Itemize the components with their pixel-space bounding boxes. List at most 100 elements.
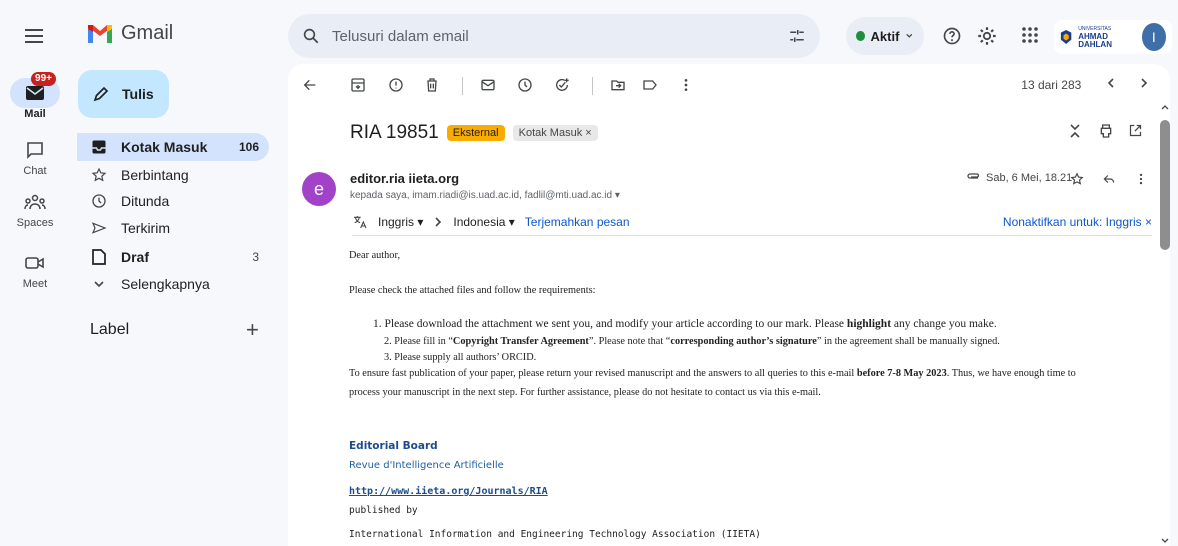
help-icon [943, 27, 961, 45]
toolbar-divider [462, 77, 463, 95]
delete-button[interactable] [424, 77, 440, 93]
print-icon [1100, 124, 1112, 138]
print-button[interactable] [1098, 123, 1114, 139]
status-dot [856, 31, 865, 41]
folder-drafts[interactable]: Draf 3 [77, 243, 269, 271]
add-task-button[interactable] [554, 77, 570, 93]
search-bar[interactable]: Telusuri dalam email [288, 14, 820, 58]
folder-sent[interactable]: Terkirim [77, 214, 269, 242]
snooze-button[interactable] [517, 77, 533, 93]
report-icon [389, 78, 403, 92]
body-intro: Please check the attached files and foll… [349, 285, 596, 296]
clock-icon [92, 194, 106, 208]
rail-label-mail: Mail [24, 108, 46, 120]
label-button[interactable] [642, 77, 658, 93]
expand-all-button[interactable] [1068, 122, 1082, 140]
folder-snoozed[interactable]: Ditunda [77, 187, 269, 215]
folder-label: Terkirim [121, 220, 170, 236]
scroll-thumb[interactable] [1160, 120, 1170, 250]
reply-icon [1103, 175, 1115, 183]
move-to-button[interactable] [610, 77, 626, 93]
folder-more[interactable]: Selengkapnya [77, 270, 269, 298]
newer-button[interactable] [1105, 77, 1117, 92]
rail-item-chat[interactable]: Chat [0, 135, 70, 177]
folder-count: 106 [238, 140, 259, 154]
rail-item-spaces[interactable]: Spaces [0, 187, 70, 229]
body-greeting: Dear author, [349, 250, 401, 261]
pagination: 13 dari 283 [1021, 77, 1150, 92]
chevron-right-icon [1141, 78, 1148, 88]
translate-icon [354, 215, 367, 228]
send-icon [91, 222, 107, 234]
disable-translate-link[interactable]: Nonaktifkan untuk: Inggris × [1003, 215, 1152, 229]
rail-mail-pill: 99+ [10, 72, 60, 108]
archive-icon [351, 78, 365, 92]
target-language-select[interactable]: Indonesia ▾ [453, 215, 514, 229]
scroll-down-icon[interactable] [1161, 538, 1169, 544]
inbox-icon [92, 140, 106, 154]
gear-icon [978, 27, 996, 45]
more-vertical-icon [684, 79, 688, 91]
folder-label: Berbintang [121, 167, 189, 183]
trash-icon [427, 78, 437, 92]
rail-item-mail[interactable]: 99+ Mail [0, 72, 70, 120]
apps-grid-icon [1022, 27, 1038, 43]
rail-spaces-pill [10, 187, 60, 217]
help-button[interactable] [942, 26, 962, 46]
filter-options-icon[interactable] [788, 27, 806, 45]
search-input[interactable]: Telusuri dalam email [332, 28, 788, 45]
email-scrollbar[interactable] [1158, 100, 1172, 546]
add-task-icon [556, 78, 569, 91]
folder-move-icon [611, 80, 625, 91]
collapse-icon [1070, 124, 1080, 138]
folder-count: 3 [252, 250, 259, 264]
scroll-up-icon[interactable] [1161, 104, 1169, 110]
toolbar-divider [592, 77, 593, 95]
folder-inbox[interactable]: Kotak Masuk 106 [77, 133, 269, 161]
body-item-2: 2. Please fill in “Copyright Transfer Ag… [384, 336, 1000, 347]
more-options-button[interactable] [678, 77, 694, 93]
source-language-select[interactable]: Inggris ▾ [378, 215, 423, 229]
journal-url-link[interactable]: http://www.iieta.org/Journals/RIA [349, 486, 548, 497]
mark-unread-button[interactable] [480, 77, 496, 93]
back-button[interactable] [302, 77, 318, 93]
message-more-button[interactable] [1134, 171, 1148, 187]
sender-name[interactable]: editor.ria iieta.org [350, 171, 459, 186]
user-avatar[interactable]: I [1141, 23, 1166, 51]
signature-board: Editorial Board [349, 440, 438, 452]
unread-badge: 99+ [31, 72, 56, 86]
search-icon[interactable] [302, 27, 320, 45]
translate-message-link[interactable]: Terjemahkan pesan [525, 215, 630, 229]
open-new-window-button[interactable] [1128, 123, 1143, 138]
star-icon [91, 167, 107, 182]
gmail-logo[interactable]: Gmail [87, 22, 173, 45]
email-date: Sab, 6 Mei, 18.21 [966, 172, 1072, 184]
recipients-details[interactable]: kepada saya, imam.riadi@is.uad.ac.id, fa… [350, 190, 620, 201]
inbox-label-chip[interactable]: Kotak Masuk × [512, 125, 598, 141]
add-label-button[interactable]: + [246, 317, 259, 343]
compose-button[interactable]: Tulis [78, 70, 169, 118]
signature-association: International Information and Engineerin… [349, 529, 761, 540]
gmail-m-icon [88, 24, 112, 43]
status-selector[interactable]: Aktif [846, 17, 924, 55]
email-date-text: Sab, 6 Mei, 18.21 [986, 172, 1073, 184]
email-toolbar [288, 72, 1148, 100]
email-view: 13 dari 283 RIA 19851 Eksternal Kotak Ma… [288, 64, 1170, 546]
archive-button[interactable] [350, 77, 366, 93]
star-button[interactable] [1070, 172, 1084, 186]
pagination-text: 13 dari 283 [1021, 78, 1082, 92]
reply-button[interactable] [1102, 172, 1116, 186]
main-menu-button[interactable] [22, 24, 46, 48]
chevron-left-icon [1107, 78, 1114, 88]
older-button[interactable] [1138, 77, 1150, 92]
translate-bar: Inggris ▾ Indonesia ▾ Terjemahkan pesan … [352, 208, 1152, 236]
account-switcher[interactable]: UNIVERSITAS AHMAD DAHLAN I [1054, 20, 1172, 54]
settings-button[interactable] [976, 25, 998, 47]
rail-item-meet[interactable]: Meet [0, 248, 70, 290]
spaces-icon [24, 194, 46, 210]
sender-avatar[interactable]: e [302, 172, 336, 206]
report-spam-button[interactable] [388, 77, 404, 93]
status-label: Aktif [870, 28, 900, 44]
google-apps-button[interactable] [1020, 25, 1040, 45]
folder-starred[interactable]: Berbintang [77, 161, 269, 189]
